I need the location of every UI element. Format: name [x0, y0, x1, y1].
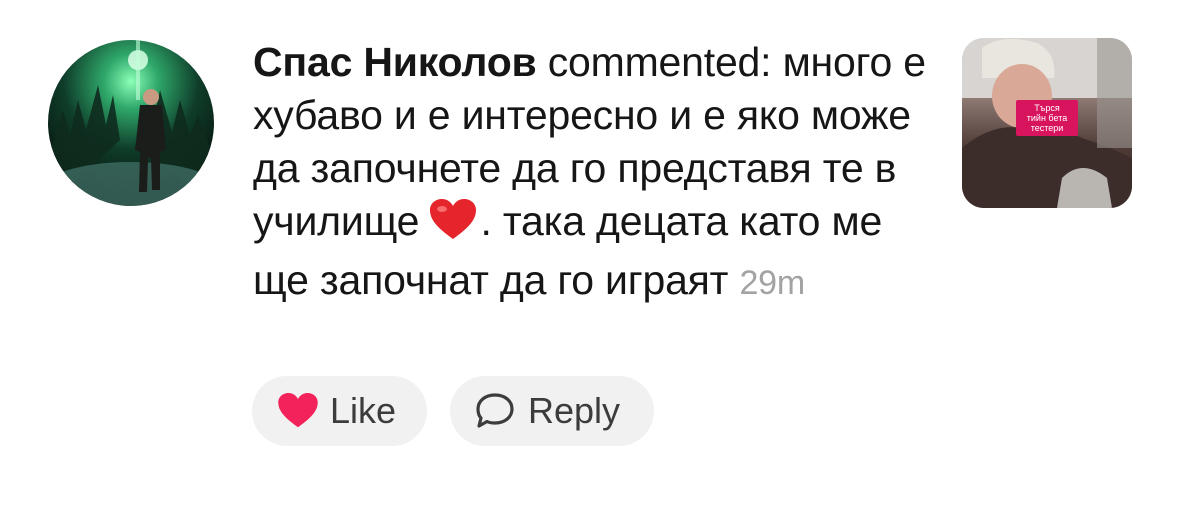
avatar-image — [48, 40, 214, 206]
comment-text: Спас Николов commented: много е хубаво и… — [253, 36, 933, 310]
comment-verb: commented: — [547, 39, 772, 85]
speech-bubble-icon — [474, 392, 516, 430]
red-heart-emoji-icon — [430, 199, 477, 254]
reply-button[interactable]: Reply — [450, 376, 654, 446]
thumbnail-caption: Търся тийн бета тестери — [1016, 100, 1078, 136]
avatar[interactable] — [48, 40, 214, 206]
comment-timestamp: 29m — [739, 264, 805, 302]
heart-icon — [278, 393, 318, 429]
like-label: Like — [330, 390, 397, 431]
video-thumbnail[interactable]: Търся тийн бета тестери — [962, 38, 1132, 208]
comment-author[interactable]: Спас Николов — [253, 39, 537, 85]
reply-label: Reply — [528, 390, 621, 431]
like-button[interactable]: Like — [252, 376, 427, 446]
